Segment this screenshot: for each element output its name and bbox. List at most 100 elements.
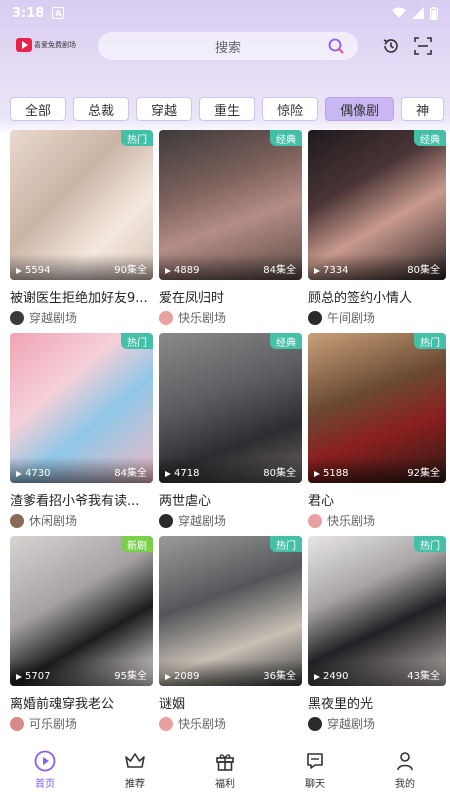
drama-title[interactable]: 爱在凤归时 <box>159 287 302 306</box>
drama-title[interactable]: 离婚前魂穿我老公 <box>10 693 153 712</box>
nav-profile-label: 我的 <box>395 779 415 790</box>
drama-title[interactable]: 两世虐心 <box>159 490 302 509</box>
play-icon <box>314 267 320 274</box>
poster-info: 5188 92集全 <box>308 457 446 483</box>
studio-avatar <box>308 716 322 731</box>
poster-info: 5594 90集全 <box>10 254 153 280</box>
top-header: 喜爱免费剧场 搜索 <box>0 30 450 64</box>
studio-avatar <box>159 310 173 325</box>
notification-icon: A <box>52 7 65 19</box>
poster-info: 4730 84集全 <box>10 457 153 483</box>
play-icon <box>165 267 171 274</box>
play-icon <box>16 470 22 477</box>
drama-poster[interactable]: 热门 4730 84集全 <box>10 333 153 483</box>
hot-badge: 热门 <box>121 130 153 146</box>
episode-count: 80集全 <box>407 265 440 276</box>
play-icon <box>165 470 171 477</box>
drama-poster[interactable]: 新剧 5707 95集全 <box>10 536 153 686</box>
hot-badge: 热门 <box>270 536 302 552</box>
crown-icon <box>124 750 146 772</box>
studio-row: 午间剧场 <box>308 309 446 326</box>
play-icon <box>165 673 171 680</box>
drama-card[interactable]: 热门 5188 92集全 君心 快乐剧场 <box>308 333 446 536</box>
nav-home[interactable]: 首页 <box>15 750 75 790</box>
nav-recommend[interactable]: 推荐 <box>105 750 165 790</box>
hot-badge: 热门 <box>414 536 446 552</box>
chat-icon <box>304 750 326 772</box>
drama-poster[interactable]: 经典 4889 84集全 <box>159 130 302 280</box>
classic-badge: 经典 <box>270 130 302 146</box>
drama-card[interactable]: 经典 4718 80集全 两世虐心 穿越剧场 <box>159 333 302 536</box>
drama-poster[interactable]: 热门 2089 36集全 <box>159 536 302 686</box>
search-placeholder: 搜索 <box>214 40 241 56</box>
studio-name: 可乐剧场 <box>29 717 78 731</box>
hot-badge: 热门 <box>121 333 153 349</box>
nav-profile[interactable]: 我的 <box>375 750 435 790</box>
play-count: 5188 <box>314 468 348 479</box>
studio-row: 快乐剧场 <box>308 512 446 529</box>
gift-icon <box>214 750 236 772</box>
drama-poster[interactable]: 经典 4718 80集全 <box>159 333 302 483</box>
drama-card[interactable]: 热门 4730 84集全 渣爹看招小爷我有读... 休闲剧场 <box>10 333 153 536</box>
search-icon[interactable] <box>328 38 344 54</box>
episode-count: 84集全 <box>114 468 147 479</box>
classic-badge: 经典 <box>270 333 302 349</box>
drama-poster[interactable]: 热门 5594 90集全 <box>10 130 153 280</box>
studio-row: 休闲剧场 <box>10 512 153 529</box>
play-count: 2089 <box>165 671 199 682</box>
bottom-nav: 首页 推荐 福利 聊天 我的 <box>0 740 450 800</box>
tab-deity[interactable]: 神 <box>401 97 445 121</box>
drama-title[interactable]: 君心 <box>308 490 446 509</box>
studio-row: 快乐剧场 <box>159 715 302 732</box>
nav-chat[interactable]: 聊天 <box>285 750 345 790</box>
drama-card[interactable]: 热门 2490 43集全 黑夜里的光 穿越剧场 <box>308 536 446 739</box>
poster-info: 4718 80集全 <box>159 457 302 483</box>
play-count: 2490 <box>314 671 348 682</box>
drama-title[interactable]: 黑夜里的光 <box>308 693 446 712</box>
studio-avatar <box>10 310 24 325</box>
play-count: 4730 <box>16 468 50 479</box>
poster-info: 2089 36集全 <box>159 660 302 686</box>
drama-card[interactable]: 热门 2089 36集全 谜姻 快乐剧场 <box>159 536 302 739</box>
drama-title[interactable]: 谜姻 <box>159 693 302 712</box>
tab-idol-drama[interactable]: 偶像剧 <box>325 97 395 121</box>
play-count-value: 2089 <box>174 671 200 682</box>
drama-card[interactable]: 经典 4889 84集全 爱在凤归时 快乐剧场 <box>159 130 302 333</box>
drama-grid: 热门 5594 90集全 被谢医生拒绝加好友9... 穿越剧场 经典 4889 … <box>10 130 446 739</box>
drama-poster[interactable]: 经典 7334 80集全 <box>308 130 446 280</box>
drama-poster[interactable]: 热门 2490 43集全 <box>308 536 446 686</box>
studio-row: 快乐剧场 <box>159 309 302 326</box>
history-icon[interactable] <box>382 37 400 55</box>
tab-rebirth[interactable]: 重生 <box>199 97 256 121</box>
nav-welfare-label: 福利 <box>215 779 235 790</box>
studio-avatar <box>10 716 24 731</box>
wifi-icon <box>392 7 406 18</box>
play-count: 7334 <box>314 265 348 276</box>
drama-poster[interactable]: 热门 5188 92集全 <box>308 333 446 483</box>
play-count: 5594 <box>16 265 50 276</box>
status-time: 3:18 <box>12 5 45 21</box>
tab-ceo[interactable]: 总裁 <box>73 97 130 121</box>
app-logo[interactable]: 喜爱免费剧场 <box>16 38 76 52</box>
drama-card[interactable]: 新剧 5707 95集全 离婚前魂穿我老公 可乐剧场 <box>10 536 153 739</box>
drama-title[interactable]: 被谢医生拒绝加好友9... <box>10 287 153 306</box>
studio-row: 穿越剧场 <box>10 309 153 326</box>
drama-card[interactable]: 热门 5594 90集全 被谢医生拒绝加好友9... 穿越剧场 <box>10 130 153 333</box>
drama-card[interactable]: 经典 7334 80集全 顾总的签约小情人 午间剧场 <box>308 130 446 333</box>
play-count: 5707 <box>16 671 50 682</box>
poster-info: 4889 84集全 <box>159 254 302 280</box>
play-count-value: 5594 <box>25 265 51 276</box>
search-input[interactable]: 搜索 <box>98 32 358 60</box>
status-icons <box>392 6 438 20</box>
play-icon <box>314 470 320 477</box>
status-bar: 3:18 A <box>0 0 450 26</box>
studio-name: 穿越剧场 <box>29 311 78 325</box>
tab-time-travel[interactable]: 穿越 <box>136 97 193 121</box>
studio-avatar <box>308 310 322 325</box>
drama-title[interactable]: 顾总的签约小情人 <box>308 287 446 306</box>
tab-thriller[interactable]: 惊险 <box>262 97 319 121</box>
nav-welfare[interactable]: 福利 <box>195 750 255 790</box>
scan-icon[interactable] <box>414 37 432 55</box>
drama-title[interactable]: 渣爹看招小爷我有读... <box>10 490 153 509</box>
tab-all[interactable]: 全部 <box>10 97 67 121</box>
